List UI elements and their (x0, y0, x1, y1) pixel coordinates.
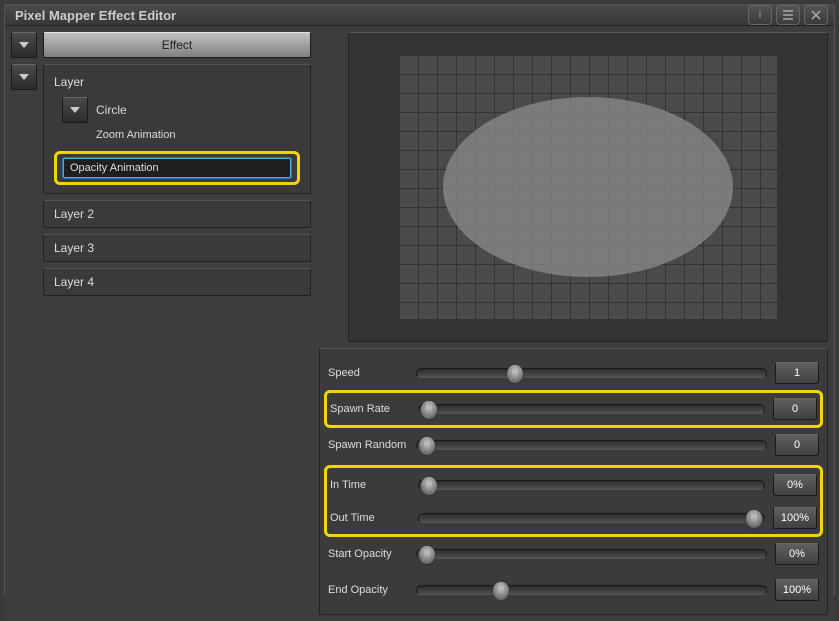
right-panel: Speed 1 Spawn Rate 0 (315, 26, 834, 621)
speed-label: Speed (328, 367, 408, 379)
end-opacity-row: End Opacity 100% (328, 572, 819, 608)
left-panel: Effect Layer Circle Zoom Animation (5, 26, 315, 621)
speed-row: Speed 1 (328, 355, 819, 391)
opacity-highlight: Opacity Animation (54, 151, 300, 185)
layer-row: Layer Circle Zoom Animation Opacity Anim… (11, 64, 311, 194)
start-opacity-label: Start Opacity (328, 548, 408, 560)
opacity-animation-item[interactable]: Opacity Animation (63, 158, 291, 178)
preview-ellipse-shape (443, 97, 733, 277)
spawn-random-label: Spawn Random (328, 439, 408, 451)
speed-slider[interactable] (416, 363, 767, 383)
effect-row: Effect (11, 32, 311, 58)
spawn-rate-value[interactable]: 0 (773, 398, 817, 420)
end-opacity-slider[interactable] (416, 580, 767, 600)
end-opacity-label: End Opacity (328, 584, 408, 596)
close-button[interactable] (804, 5, 828, 25)
spawn-rate-highlight: Spawn Rate 0 (324, 390, 823, 428)
end-opacity-value[interactable]: 100% (775, 579, 819, 601)
effect-expand-button[interactable] (11, 32, 37, 58)
time-highlight: In Time 0% Out Time 100% (324, 465, 823, 537)
zoom-animation-item[interactable]: Zoom Animation (54, 129, 300, 141)
spawn-rate-slider[interactable] (418, 399, 765, 419)
layer-item[interactable]: Layer 2 (43, 200, 311, 228)
spawn-random-slider[interactable] (416, 435, 767, 455)
out-time-slider[interactable] (418, 508, 765, 528)
out-time-label: Out Time (330, 512, 410, 524)
layer-expand-button[interactable] (11, 64, 37, 90)
spawn-rate-label: Spawn Rate (330, 403, 410, 415)
out-time-value[interactable]: 100% (773, 507, 817, 529)
start-opacity-slider[interactable] (416, 544, 767, 564)
spawn-random-value[interactable]: 0 (775, 434, 819, 456)
titlebar: Pixel Mapper Effect Editor i (5, 5, 834, 26)
circle-label[interactable]: Circle (96, 103, 127, 117)
in-time-row: In Time 0% (330, 468, 817, 501)
preview-area (348, 32, 828, 342)
effect-button[interactable]: Effect (43, 32, 311, 58)
window: Pixel Mapper Effect Editor i Effect Laye… (4, 4, 835, 596)
circle-row: Circle (54, 97, 300, 123)
layer-item[interactable]: Layer 4 (43, 268, 311, 296)
controls-panel: Speed 1 Spawn Rate 0 (319, 348, 828, 615)
body: Effect Layer Circle Zoom Animation (5, 26, 834, 621)
layer-box: Layer Circle Zoom Animation Opacity Anim… (43, 64, 311, 194)
start-opacity-row: Start Opacity 0% (328, 536, 819, 572)
layer-label[interactable]: Layer (54, 73, 300, 91)
info-button[interactable]: i (748, 5, 772, 25)
spawn-rate-row: Spawn Rate 0 (330, 393, 817, 425)
speed-value[interactable]: 1 (775, 362, 819, 384)
in-time-slider[interactable] (418, 475, 765, 495)
spawn-random-row: Spawn Random 0 (328, 427, 819, 463)
in-time-value[interactable]: 0% (773, 474, 817, 496)
out-time-row: Out Time 100% (330, 501, 817, 534)
in-time-label: In Time (330, 479, 410, 491)
layer-item[interactable]: Layer 3 (43, 234, 311, 262)
circle-expand-button[interactable] (62, 97, 88, 123)
start-opacity-value[interactable]: 0% (775, 543, 819, 565)
menu-button[interactable] (776, 5, 800, 25)
window-title: Pixel Mapper Effect Editor (15, 8, 744, 23)
